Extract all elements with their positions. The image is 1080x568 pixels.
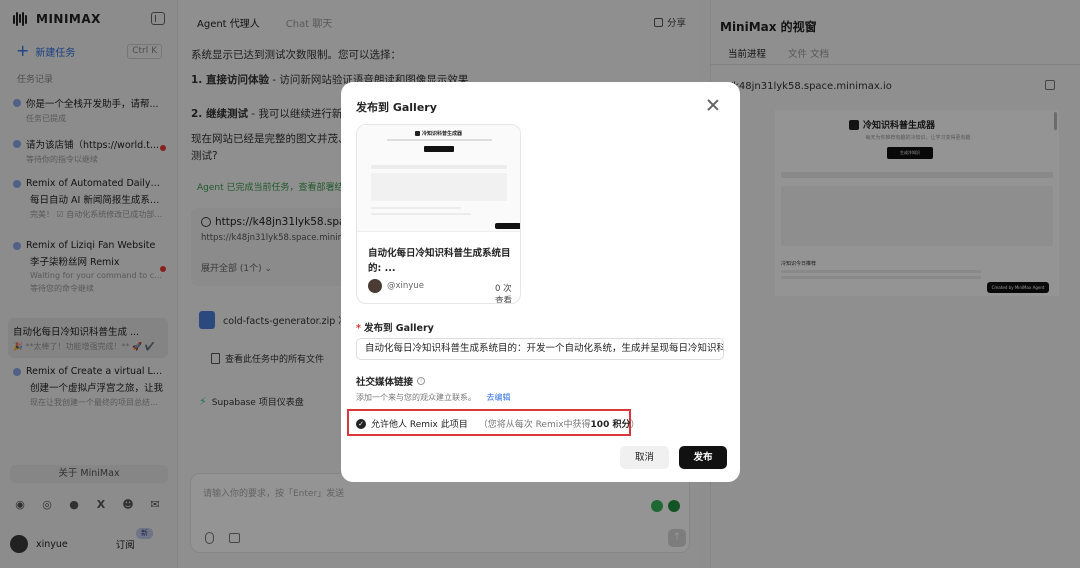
thumb-made-badge: [495, 223, 520, 229]
allow-remix-checkbox[interactable]: ✓ 允许他人 Remix 此项目 （您将从每次 Remix中获得100 积分）: [356, 417, 639, 430]
remix-note: （您将从每次 Remix中获得100 积分）: [479, 417, 640, 430]
remix-label: 允许他人 Remix 此项目: [371, 420, 468, 430]
social-hint-text: 添加一个来与您的观众建立联系。: [356, 393, 476, 402]
author-name: @xinyue: [387, 281, 424, 291]
card-thumbnail: 冷知识科普生成器: [357, 125, 520, 232]
card-title: 自动化每日冷知识科普生成系统目的: ...: [368, 248, 511, 274]
card-author: @xinyue: [368, 279, 424, 293]
social-label: 社交媒体链接 i: [356, 374, 426, 388]
view-count: 0 次查看: [495, 284, 513, 304]
thumb-line: [387, 139, 492, 141]
remix-note-prefix: （您将从每次 Remix中获得: [478, 420, 591, 430]
thumb-title: 冷知识科普生成器: [422, 131, 463, 137]
info-icon[interactable]: i: [417, 377, 426, 385]
close-icon[interactable]: [707, 99, 719, 111]
gallery-preview-card: 冷知识科普生成器 自动化每日冷知识科普生成系统目的: ... @xinyue 0…: [356, 124, 521, 304]
author-avatar: [368, 279, 382, 293]
gallery-description-input[interactable]: 自动化每日冷知识科普生成系统目的：开发一个自动化系统，生成并呈现每日冷知识科普。: [356, 338, 724, 360]
social-label-text: 社交媒体链接: [356, 377, 414, 388]
thumb-bar: [371, 165, 507, 169]
thumb-logo-icon: [415, 131, 420, 136]
check-icon: ✓: [356, 418, 366, 429]
thumb-bar: [371, 207, 461, 209]
publish-label-text: 发布到 Gallery: [363, 323, 434, 334]
edit-social-link[interactable]: 去编辑: [487, 393, 511, 402]
thumb-bar: [371, 213, 471, 215]
publish-label: * 发布到 Gallery: [356, 320, 434, 334]
cancel-button[interactable]: 取消: [620, 446, 669, 469]
social-hint: 添加一个来与您的观众建立联系。 去编辑: [356, 392, 511, 403]
required-mark: *: [356, 323, 361, 334]
remix-points: 100 积分: [590, 420, 631, 430]
remix-note-suffix: ）: [630, 420, 640, 430]
publish-button[interactable]: 发布: [679, 446, 727, 469]
thumb-block: [371, 173, 507, 201]
thumb-button: [424, 146, 454, 152]
publish-gallery-dialog: 发布到 Gallery 冷知识科普生成器 自动化每日冷知识科普生成系统目的: .…: [341, 82, 740, 482]
thumb-logo: 冷知识科普生成器: [415, 130, 462, 137]
dialog-title: 发布到 Gallery: [356, 101, 437, 114]
